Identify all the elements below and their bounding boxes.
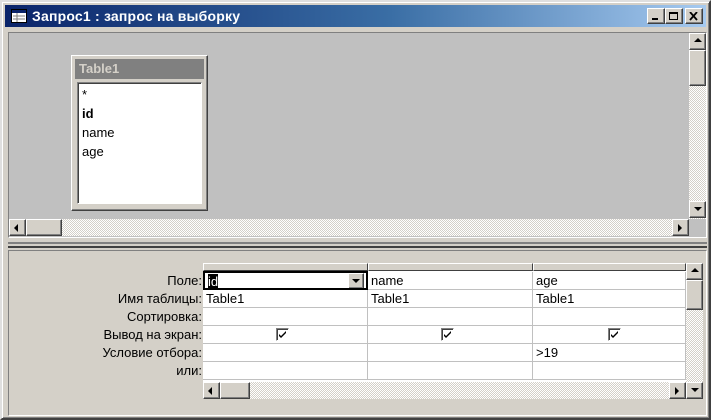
sort-cell[interactable] [368,308,533,326]
sort-cell[interactable] [203,308,368,326]
scroll-right-button[interactable] [669,382,686,399]
scroll-thumb[interactable] [220,382,250,399]
field-cell[interactable]: name [368,272,533,290]
chevron-down-icon [352,279,360,283]
checkmark-icon [611,331,618,338]
upper-horizontal-scrollbar[interactable] [9,219,689,236]
sort-cell[interactable] [533,308,686,326]
table-pane[interactable]: Table1 * id name age [8,32,707,238]
row-label-sort: Сортировка: [127,309,202,324]
table-cell[interactable]: Table1 [368,290,533,308]
show-checkbox[interactable] [276,328,289,341]
show-checkbox[interactable] [441,328,454,341]
upper-vertical-scrollbar[interactable] [689,33,706,219]
scroll-down-button[interactable] [686,382,703,399]
field-cell[interactable]: age [533,272,686,290]
scroll-left-button[interactable] [203,382,220,399]
arrow-left-icon [14,224,18,232]
field-dropdown-button[interactable] [348,273,364,288]
scroll-up-button[interactable] [686,263,703,280]
show-checkbox[interactable] [608,328,621,341]
field-all[interactable]: * [82,87,87,102]
scroll-thumb[interactable] [686,280,703,310]
criteria-cell[interactable] [368,344,533,362]
row-label-field: Поле: [167,273,202,288]
field-cell-selected[interactable]: id [203,271,368,290]
scroll-left-button[interactable] [9,219,26,236]
query-design-grid[interactable]: id name age Table1 Table1 Table1 >19 [203,263,686,399]
criteria-cell[interactable]: >19 [533,344,686,362]
arrow-left-icon [208,387,212,395]
checkmark-icon [279,331,286,338]
pane-splitter[interactable] [8,242,707,248]
grid-horizontal-scrollbar[interactable] [203,382,686,399]
table-title[interactable]: Table1 [75,59,204,79]
table-field-list-window[interactable]: Table1 * id name age [71,55,208,211]
maximize-icon [669,12,678,20]
maximize-button[interactable] [665,8,683,24]
grid-vertical-scrollbar[interactable] [686,263,703,399]
field-id[interactable]: id [82,106,94,121]
scroll-right-button[interactable] [672,219,689,236]
arrow-up-icon [694,38,702,42]
close-button[interactable] [685,8,703,24]
show-cell [368,326,533,344]
field-cell-value[interactable]: id [208,274,219,288]
table-cell[interactable]: Table1 [533,290,686,308]
arrow-right-icon [678,224,682,232]
row-label-show: Вывод на экран: [103,327,202,342]
field-list[interactable]: * id name age [77,82,202,204]
table-cell[interactable]: Table1 [203,290,368,308]
column-selector[interactable] [368,263,533,271]
or-cell[interactable] [203,362,368,380]
field-name[interactable]: name [82,125,115,140]
window-title: Запрос1 : запрос на выборку [32,8,241,24]
scroll-up-button[interactable] [689,33,706,50]
arrow-down-icon [694,207,702,211]
or-cell[interactable] [533,362,686,380]
row-label-criteria: Условие отбора: [102,345,202,360]
minimize-icon [652,18,658,20]
scroll-thumb[interactable] [689,50,706,86]
close-icon [689,12,698,21]
row-label-or: или: [176,363,202,378]
query-window: Запрос1 : запрос на выборку Table1 * id … [0,0,711,420]
arrow-down-icon [691,388,699,392]
criteria-cell[interactable] [203,344,368,362]
checkmark-icon [444,331,451,338]
arrow-up-icon [691,268,699,272]
minimize-button[interactable] [647,8,665,24]
scroll-thumb[interactable] [26,219,62,236]
title-bar[interactable]: Запрос1 : запрос на выборку [5,5,706,27]
query-icon [11,9,27,23]
show-cell [203,326,368,344]
column-selector[interactable] [203,263,368,271]
row-label-table: Имя таблицы: [117,291,202,306]
column-selector[interactable] [533,263,686,271]
show-cell [533,326,686,344]
arrow-right-icon [675,387,679,395]
field-age[interactable]: age [82,144,104,159]
scroll-down-button[interactable] [689,201,706,218]
or-cell[interactable] [368,362,533,380]
design-grid-pane: Поле: Имя таблицы: Сортировка: Вывод на … [8,250,707,416]
